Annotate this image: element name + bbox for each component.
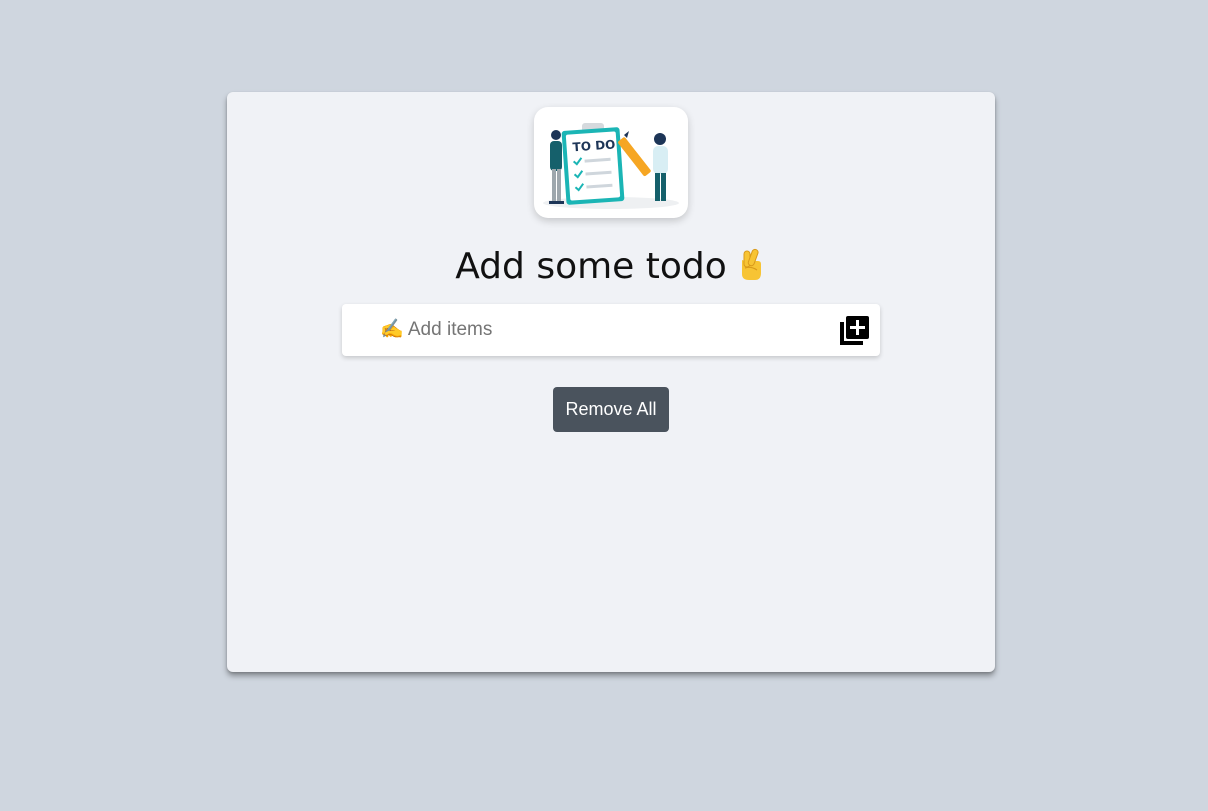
add-item-button[interactable] bbox=[836, 313, 872, 349]
todo-illustration-icon: TO DO bbox=[543, 123, 679, 209]
library-add-icon bbox=[840, 316, 869, 345]
crossed-fingers-icon bbox=[731, 246, 767, 296]
remove-all-button[interactable]: Remove All bbox=[553, 387, 669, 432]
todo-logo: TO DO bbox=[534, 107, 688, 218]
todo-card: TO DO Add some todo ✍ Add items Remove A… bbox=[227, 92, 995, 672]
title-text: Add some todo bbox=[455, 246, 727, 287]
page-title: Add some todo bbox=[227, 242, 995, 296]
add-items-input[interactable] bbox=[380, 312, 820, 348]
todo-badge-text: TO DO bbox=[572, 137, 616, 154]
todo-input-row bbox=[342, 304, 880, 356]
